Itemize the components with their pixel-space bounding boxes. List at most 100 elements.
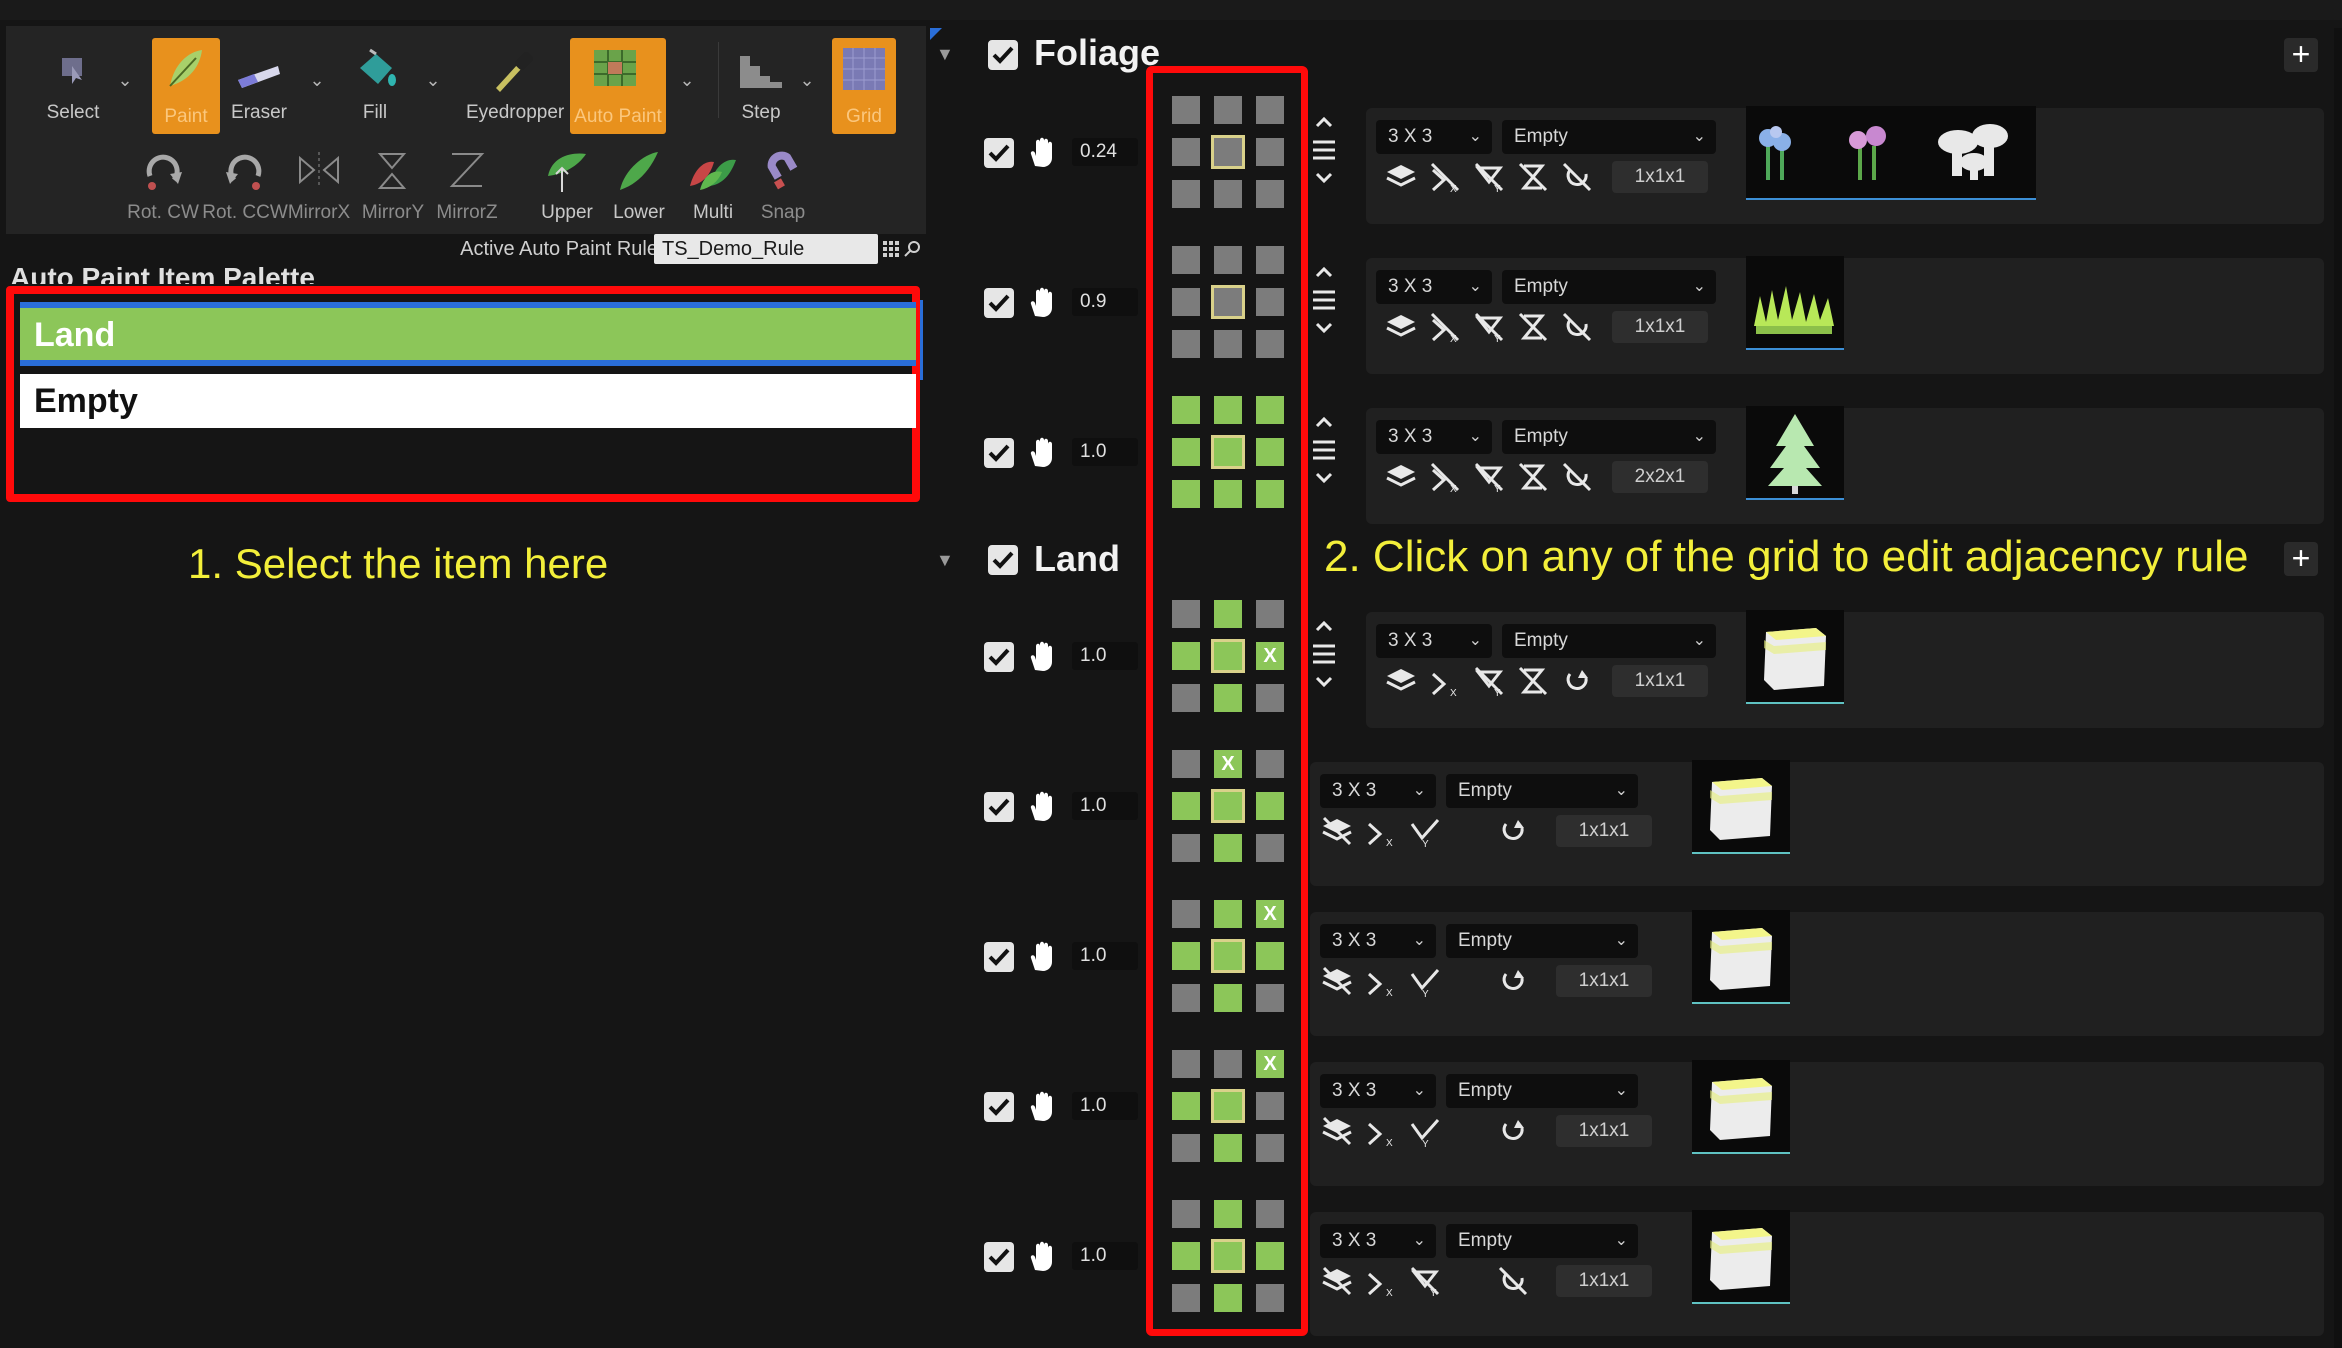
- mirror-x-icon[interactable]: X: [1364, 1264, 1398, 1299]
- hand-drag-icon[interactable]: [1026, 1090, 1060, 1124]
- mirror-x-icon[interactable]: X: [1428, 664, 1462, 699]
- mirror-x-icon[interactable]: X: [1364, 814, 1398, 849]
- cube-preview-thumbnail[interactable]: [1692, 1060, 1790, 1154]
- cube-preview-thumbnail[interactable]: [1692, 1210, 1790, 1304]
- rule-weight-field[interactable]: 1.0: [1072, 1242, 1138, 1270]
- rule-weight-field[interactable]: 1.0: [1072, 1092, 1138, 1120]
- tree-preview-thumbnail[interactable]: [1746, 406, 1844, 500]
- stack-layers-icon[interactable]: [1384, 460, 1418, 494]
- no-mirror-z-icon[interactable]: [1516, 160, 1550, 194]
- mirror-z-button[interactable]: MirrorZ: [434, 140, 500, 230]
- no-rotate-icon[interactable]: [1560, 310, 1594, 344]
- rule-weight-field[interactable]: 0.24: [1072, 138, 1138, 166]
- footprint-size-field[interactable]: 1x1x1: [1612, 161, 1708, 193]
- rule-enabled-checkbox[interactable]: [984, 438, 1014, 468]
- size-combo[interactable]: 3 X 3 ⌄: [1320, 1074, 1436, 1108]
- no-mirror-y-icon[interactable]: Y: [1472, 160, 1506, 195]
- target-item-combo[interactable]: Empty ⌄: [1502, 420, 1716, 454]
- mirror-x-button[interactable]: MirrorX: [286, 140, 352, 230]
- browse-grid-icon[interactable]: [882, 240, 900, 258]
- no-rotate-icon[interactable]: [1560, 460, 1594, 494]
- no-mirror-y-icon[interactable]: Y: [1472, 664, 1506, 699]
- auto-paint-tool-button[interactable]: Auto Paint: [570, 38, 666, 134]
- target-item-combo[interactable]: Empty ⌄: [1502, 624, 1716, 658]
- target-item-combo[interactable]: Empty ⌄: [1502, 270, 1716, 304]
- grid-tool-button[interactable]: Grid: [832, 38, 896, 134]
- rotate-cw-button[interactable]: Rot. CW: [127, 140, 199, 230]
- size-combo[interactable]: 3 X 3 ⌄: [1320, 924, 1436, 958]
- mirror-x-icon[interactable]: X: [1364, 1114, 1398, 1149]
- stack-layers-icon[interactable]: [1384, 310, 1418, 344]
- footprint-size-field[interactable]: 1x1x1: [1612, 311, 1708, 343]
- rule-weight-field[interactable]: 1.0: [1072, 642, 1138, 670]
- hand-drag-icon[interactable]: [1026, 790, 1060, 824]
- rotate-icon[interactable]: [1496, 964, 1530, 998]
- foliage-preview-thumbnail[interactable]: [1746, 106, 2036, 200]
- mirror-y-icon[interactable]: Y: [1408, 814, 1442, 850]
- foliage-collapse-arrow-icon[interactable]: ▼: [936, 44, 954, 65]
- no-stack-icon[interactable]: [1320, 814, 1354, 848]
- footprint-size-field[interactable]: 1x1x1: [1556, 965, 1652, 997]
- select-tool-button[interactable]: Select: [40, 40, 106, 130]
- no-stack-icon[interactable]: [1320, 1264, 1354, 1298]
- paint-tool-button[interactable]: Paint: [152, 38, 220, 134]
- step-tool-button[interactable]: Step: [728, 40, 794, 130]
- lower-button[interactable]: Lower: [606, 140, 672, 230]
- target-item-combo[interactable]: Empty ⌄: [1446, 924, 1638, 958]
- no-mirror-y-icon[interactable]: Y: [1408, 1264, 1442, 1299]
- size-combo[interactable]: 3 X 3 ⌄: [1376, 120, 1492, 154]
- land-add-rule-button[interactable]: +: [2284, 542, 2318, 576]
- rule-weight-field[interactable]: 1.0: [1072, 438, 1138, 466]
- mirror-y-button[interactable]: MirrorY: [360, 140, 426, 230]
- footprint-size-field[interactable]: 1x1x1: [1556, 1265, 1652, 1297]
- no-rotate-icon[interactable]: [1560, 160, 1594, 194]
- footprint-size-field[interactable]: 2x2x1: [1612, 461, 1708, 493]
- reorder-arrows-icon[interactable]: [1310, 266, 1338, 334]
- select-dropdown-chevron-icon[interactable]: ⌄: [114, 70, 136, 92]
- rule-enabled-checkbox[interactable]: [984, 942, 1014, 972]
- no-mirror-x-icon[interactable]: X: [1428, 460, 1462, 495]
- palette-scrollbar[interactable]: [920, 300, 923, 380]
- no-mirror-z-icon[interactable]: [1516, 460, 1550, 494]
- size-combo[interactable]: 3 X 3 ⌄: [1320, 1224, 1436, 1258]
- reorder-arrows-icon[interactable]: [1310, 416, 1338, 484]
- footprint-size-field[interactable]: 1x1x1: [1556, 1115, 1652, 1147]
- size-combo[interactable]: 3 X 3 ⌄: [1376, 624, 1492, 658]
- rule-enabled-checkbox[interactable]: [984, 642, 1014, 672]
- palette-item-empty[interactable]: Empty: [20, 374, 916, 428]
- no-stack-icon[interactable]: [1320, 964, 1354, 998]
- eraser-dropdown-chevron-icon[interactable]: ⌄: [306, 70, 328, 92]
- footprint-size-field[interactable]: 1x1x1: [1556, 815, 1652, 847]
- rotate-ccw-button[interactable]: Rot. CCW: [202, 140, 288, 230]
- rule-enabled-checkbox[interactable]: [984, 1092, 1014, 1122]
- rule-enabled-checkbox[interactable]: [984, 792, 1014, 822]
- footprint-size-field[interactable]: 1x1x1: [1612, 665, 1708, 697]
- no-mirror-y-icon[interactable]: Y: [1472, 460, 1506, 495]
- upper-button[interactable]: Upper: [534, 140, 600, 230]
- no-mirror-x-icon[interactable]: X: [1428, 160, 1462, 195]
- rule-weight-field[interactable]: 1.0: [1072, 792, 1138, 820]
- palette-item-land[interactable]: Land: [20, 308, 916, 360]
- active-rule-field[interactable]: TS_Demo_Rule: [654, 234, 878, 264]
- stack-layers-icon[interactable]: [1384, 160, 1418, 194]
- hand-drag-icon[interactable]: [1026, 436, 1060, 470]
- mirror-y-icon[interactable]: Y: [1408, 1114, 1442, 1150]
- rule-enabled-checkbox[interactable]: [984, 138, 1014, 168]
- no-mirror-z-icon[interactable]: [1516, 664, 1550, 698]
- fill-dropdown-chevron-icon[interactable]: ⌄: [422, 70, 444, 92]
- cube-preview-thumbnail[interactable]: [1692, 910, 1790, 1004]
- snap-button[interactable]: Snap: [750, 140, 816, 230]
- rule-enabled-checkbox[interactable]: [984, 288, 1014, 318]
- rule-weight-field[interactable]: 0.9: [1072, 288, 1138, 316]
- cube-preview-thumbnail[interactable]: [1746, 610, 1844, 704]
- hand-drag-icon[interactable]: [1026, 940, 1060, 974]
- rule-enabled-checkbox[interactable]: [984, 1242, 1014, 1272]
- reorder-arrows-icon[interactable]: [1310, 620, 1338, 688]
- rules-scrollbar-track[interactable]: [2334, 28, 2342, 1348]
- land-section-checkbox[interactable]: [988, 545, 1018, 575]
- rotate-icon[interactable]: [1496, 814, 1530, 848]
- mirror-y-icon[interactable]: Y: [1408, 964, 1442, 1000]
- reorder-arrows-icon[interactable]: [1310, 116, 1338, 184]
- no-rotate-icon[interactable]: [1496, 1264, 1530, 1298]
- hand-drag-icon[interactable]: [1026, 640, 1060, 674]
